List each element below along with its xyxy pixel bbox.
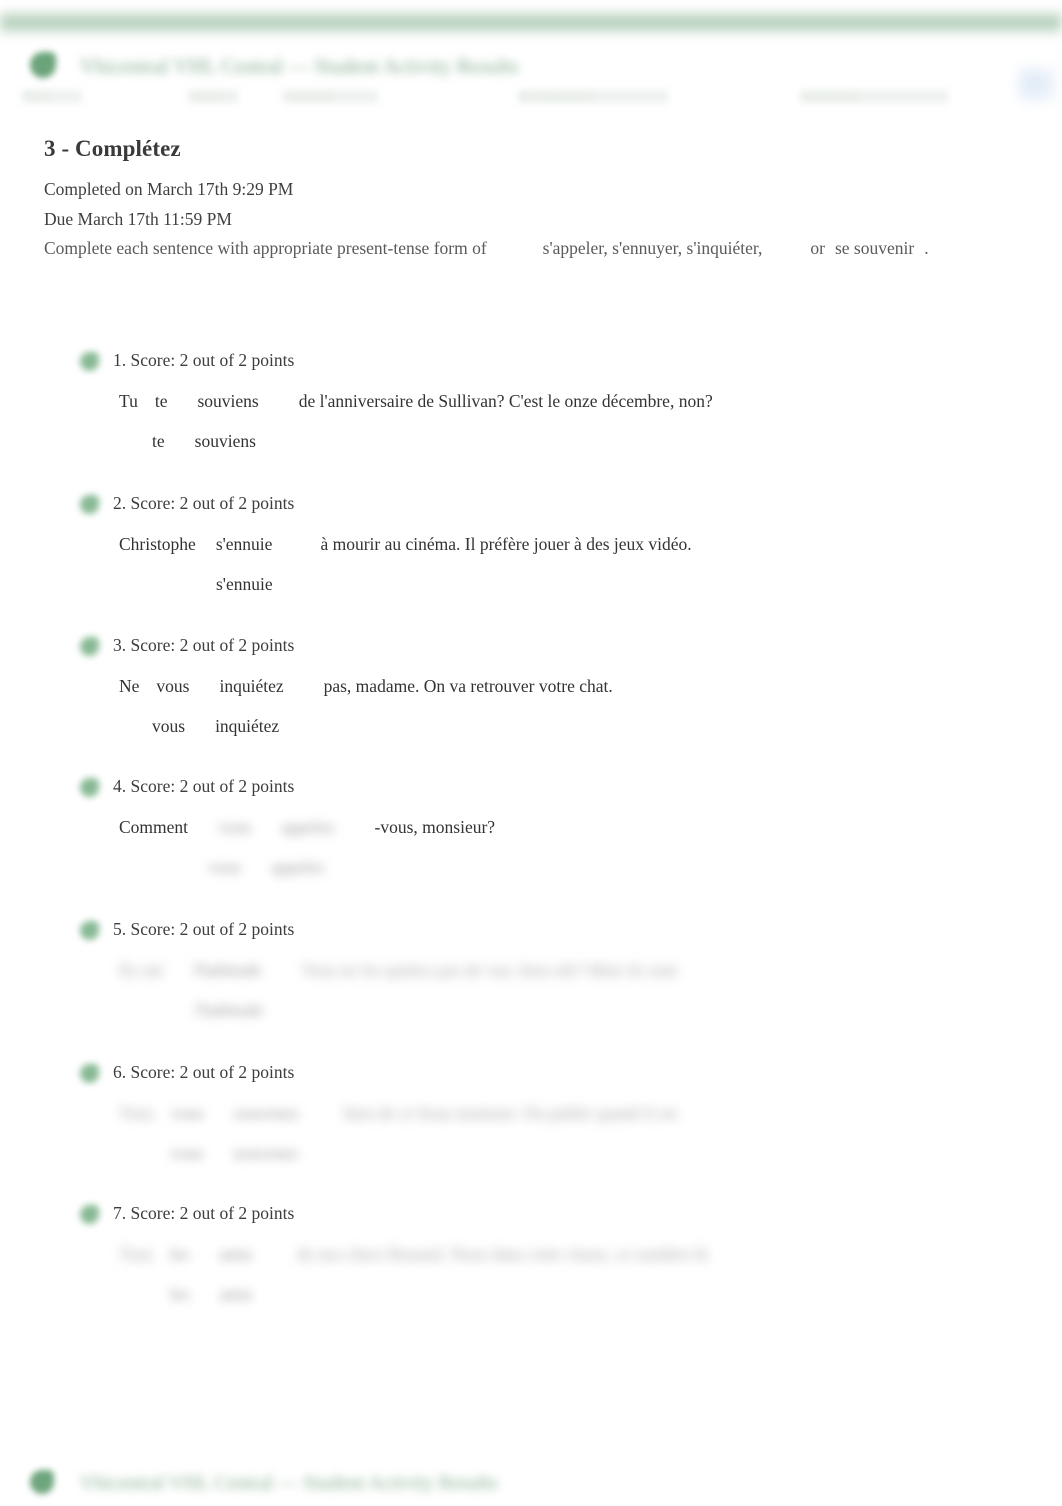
footer-site-title: Vhicentral VHL Central — Student Activit… [80,1472,498,1494]
leaf-logo-icon[interactable] [30,1470,54,1494]
sentence-suffix: de l'anniversaire de Sullivan? C'est le … [298,391,713,411]
filled-blank-1: s'ennuie [215,534,273,554]
nav-item-home[interactable]: Home [22,90,82,103]
directions-verbs: s'appeler, s'ennuyer, s'inquiéter, [542,238,763,258]
leaf-logo-icon[interactable] [30,52,56,78]
answer-word-2: souviens [194,431,256,451]
activity-directions: Complete each sentence with appropriate … [44,233,954,263]
directions-part-4: se [834,238,850,258]
site-title: Vhicentral VHL Central — Student Activit… [80,54,519,78]
site-footer: Vhicentral VHL Central — Student Activit… [0,1455,1062,1506]
item-score: 2. Score: 2 out of 2 points [113,493,295,513]
sentence-suffix: Vous ne les quittez pas de vue, bien sûr… [301,960,678,980]
sentence-suffix: à mourir au cinéma. Il préfère jouer à d… [320,534,692,554]
directions-part-5: souvenir [853,238,915,258]
check-circle-icon [80,352,99,371]
nav-item-assignments[interactable]: My Assignments [518,90,668,103]
item-score: 6. Score: 2 out of 2 points [113,1062,295,1082]
item-sentence: Christophe s'ennuie à mourir au cinéma. Il… [119,534,692,555]
filled-blank-2: appelez [281,817,335,837]
item-answer-key: l'habitude [195,1000,263,1021]
check-circle-icon [80,637,99,656]
directions-conjunction: or [810,238,825,258]
item-score: 1. Score: 2 out of 2 points [113,350,295,370]
sentence-suffix: -vous, monsieur? [374,817,496,837]
item-sentence: Tous les amis de nos chers Renaud. Nous dan… [119,1244,708,1265]
sentence-prefix: Vous [119,1103,154,1123]
check-circle-icon [80,778,99,797]
item-sentence: Ils ont l'habitude Vous ne les quittez pas… [119,960,677,981]
item-answer-key: vous souvenez [170,1143,298,1164]
sentence-prefix: Christophe [119,534,196,554]
answer-word-2: amis [219,1284,253,1304]
filled-blank-1: vous [218,817,252,837]
nav-item-courses[interactable]: Courses [188,90,238,103]
answer-word-1: les [170,1284,190,1304]
answer-word-2: l'habitude [195,1000,264,1020]
item-sentence: Comment vous appelez -vous, monsieur? [119,817,495,838]
sentence-suffix: bien de ce beau moment. On publie quand … [343,1103,678,1123]
nav-item-gradebook[interactable]: Gradebook [283,90,378,103]
answer-word-2: inquiétez [215,716,280,736]
page-title: 3 - Complétez [44,136,181,162]
check-circle-icon [80,921,99,940]
filled-blank-2: l'habitude [193,960,262,980]
item-score: 7. Score: 2 out of 2 points [113,1203,295,1223]
check-circle-icon [80,1205,99,1224]
filled-blank-1: te [154,391,168,411]
item-sentence: Ne vous inquiétez pas, madame. On va retrou… [119,676,613,697]
sentence-prefix: Comment [119,817,189,837]
answer-word-1: vous [208,857,242,877]
item-sentence: Vous vous souvenez bien de ce beau moment. … [119,1103,677,1124]
sentence-prefix: Ne [119,676,140,696]
filled-blank-2: amis [219,1244,253,1264]
answer-word-2: appelez [271,857,325,877]
brand-band [0,14,1062,31]
sentence-prefix: Tous [119,1244,153,1264]
answer-word-1: vous [152,716,186,736]
answer-word-1: s'ennuie [216,574,273,594]
item-answer-key: vous inquiétez [152,716,279,737]
item-score: 4. Score: 2 out of 2 points [113,776,295,796]
filled-blank-1: vous [156,676,190,696]
item-answer-key: s'ennuie [216,574,273,595]
due-timestamp: Due March 17th 11:59 PM [44,209,232,229]
item-answer-key: te souviens [152,431,256,452]
item-score: 3. Score: 2 out of 2 points [113,635,295,655]
completed-timestamp: Completed on March 17th 9:29 PM [44,179,294,199]
filled-blank-1: vous [170,1103,204,1123]
answer-word-1: te [152,431,165,451]
sentence-prefix: Ils ont [119,960,164,980]
item-answer-key: les amis [170,1284,253,1305]
filled-blank-2: inquiétez [219,676,284,696]
directions-period: . [924,238,929,258]
assignment-meta: Completed on March 17th 9:29 PM Due Marc… [44,174,964,234]
answer-word-1: vous [170,1143,204,1163]
item-answer-key: vous appelez [208,857,325,878]
check-circle-icon [80,495,99,514]
answer-word-2: souvenez [233,1143,299,1163]
sentence-suffix: pas, madame. On va retrouver votre chat. [323,676,613,696]
item-score: 5. Score: 2 out of 2 points [113,919,295,939]
sentence-suffix: de nos chers Renaud. Nous dans cette cla… [297,1244,708,1264]
sentence-prefix: Tu [119,391,138,411]
filled-blank-1: les [169,1244,190,1264]
item-sentence: Tu te souviens de l'anniversaire de Sulliva… [119,391,713,412]
filled-blank-2: souviens [197,391,259,411]
check-circle-icon [80,1064,99,1083]
filled-blank-2: souvenez [233,1103,299,1123]
directions-part-1: Complete each sentence with appropriate … [44,238,487,258]
nav-item-notifications[interactable]: Notifications [800,90,948,103]
main-navigation: Home Courses Gradebook My Assignments No… [0,86,1062,110]
